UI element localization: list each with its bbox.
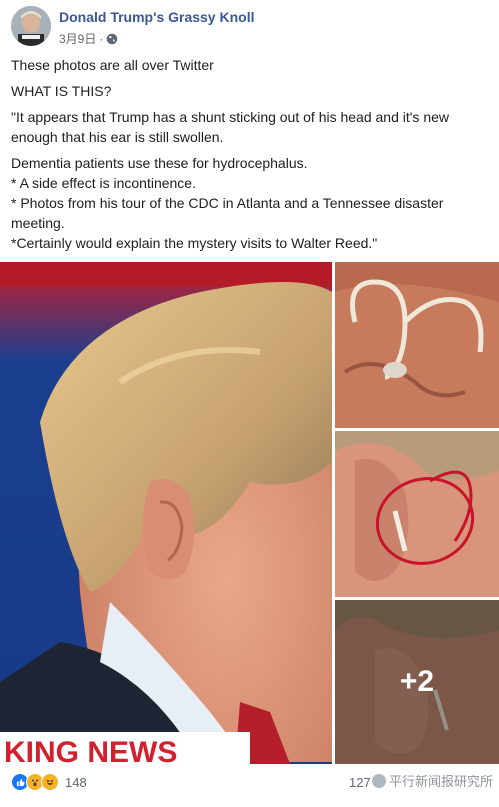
page-name-link[interactable]: Donald Trump's Grassy Knoll <box>59 9 254 25</box>
main-photo[interactable]: KING NEWS <box>0 262 332 764</box>
post-text-line: WHAT IS THIS? <box>11 83 112 99</box>
post-text-line: These photos are all over Twitter <box>11 57 214 73</box>
watermark-text: 平行新闻报研究所 <box>389 774 494 789</box>
post-footer: 148 127 平行新闻报研究所 <box>0 768 499 800</box>
post-text-line: "It appears that Trump has a shunt stick… <box>11 109 450 145</box>
more-photos-count: +2 <box>399 665 435 698</box>
post-timestamp[interactable]: 3月9日 <box>59 30 96 47</box>
globe-icon[interactable] <box>106 33 118 45</box>
circled-ear-photo[interactable] <box>335 431 499 597</box>
watermark: 平行新闻报研究所 <box>372 771 493 790</box>
comments-count[interactable]: 127 <box>349 775 371 790</box>
page-avatar[interactable] <box>11 6 51 46</box>
photo-grid: KING NEWS +2 <box>0 262 499 764</box>
reaction-count: 148 <box>65 774 87 790</box>
post-text-line: * Photos from his tour of the CDC in Atl… <box>11 195 444 231</box>
post-text-line: * A side effect is incontinence. <box>11 175 196 191</box>
news-banner-text: KING NEWS <box>4 736 177 764</box>
reactions-summary[interactable]: 148 <box>11 773 87 791</box>
more-photos-overlay[interactable]: +2 <box>335 600 499 764</box>
tube-photo[interactable] <box>335 262 499 428</box>
watermark-logo-icon <box>372 773 386 788</box>
post-meta: 3月9日 · <box>59 30 118 47</box>
ear-closeup-photo[interactable]: +2 <box>335 600 499 764</box>
post-text-line: Dementia patients use these for hydrocep… <box>11 155 308 171</box>
post-header: Donald Trump's Grassy Knoll 3月9日 · <box>11 6 481 48</box>
haha-icon <box>41 773 59 791</box>
post-text: These photos are all over Twitter WHAT I… <box>11 55 491 253</box>
post-text-line: *Certainly would explain the mystery vis… <box>11 235 378 251</box>
facebook-post: Donald Trump's Grassy Knoll 3月9日 · These… <box>0 0 499 807</box>
